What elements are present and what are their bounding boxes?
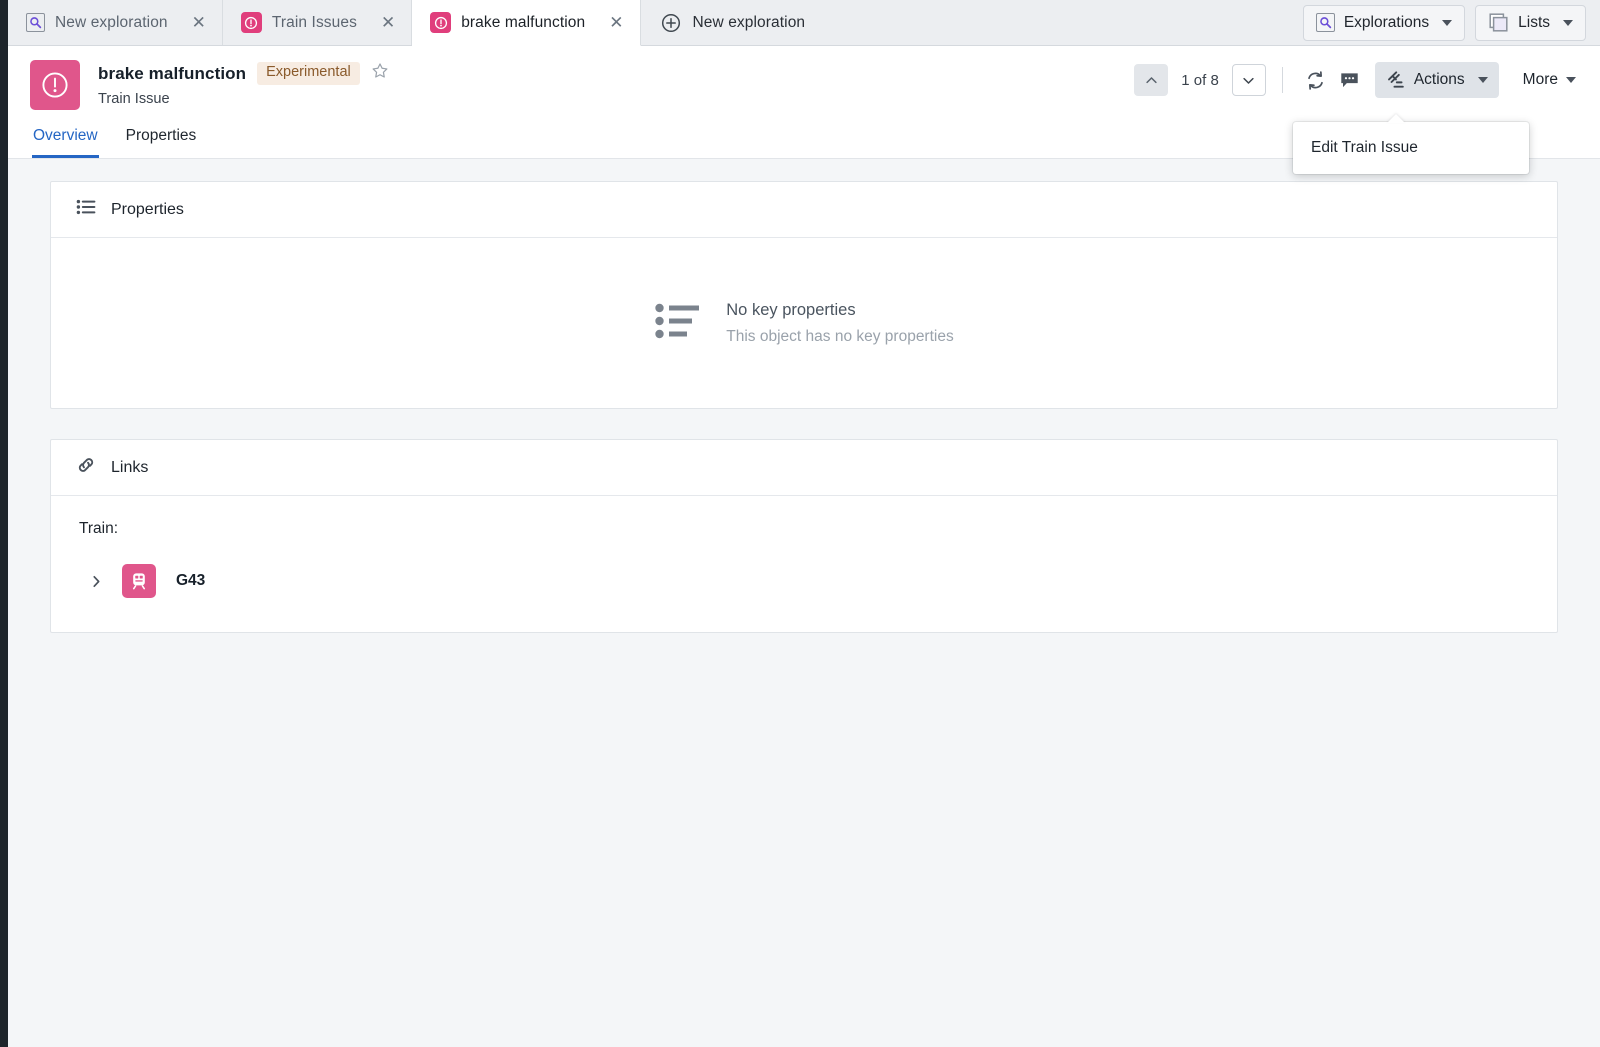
- tab-label: brake malfunction: [461, 13, 586, 31]
- explorations-label: Explorations: [1343, 13, 1430, 31]
- tab-close-icon[interactable]: ✕: [192, 14, 206, 31]
- issue-pink-icon: [430, 12, 452, 33]
- train-icon: [132, 573, 146, 590]
- object-titles: brake malfunction Experimental Train Iss…: [98, 60, 389, 107]
- search-square-icon: [26, 13, 45, 32]
- tab-train-issues[interactable]: Train Issues ✕: [223, 0, 413, 45]
- links-card-body: Train: G43: [51, 496, 1557, 632]
- list-item[interactable]: G43: [79, 564, 1529, 598]
- tab-overview[interactable]: Overview: [32, 123, 99, 158]
- page-title: brake malfunction: [98, 63, 247, 83]
- chevron-down-icon: [1477, 77, 1488, 83]
- link-group-label: Train:: [79, 520, 119, 537]
- favorite-star-icon[interactable]: [371, 62, 389, 85]
- gavel-icon: [1387, 71, 1404, 88]
- tab-label: Train Issues: [271, 13, 357, 31]
- object-title-row: brake malfunction Experimental: [98, 62, 389, 85]
- app-body: New exploration ✕ Train Issues ✕ brake m…: [8, 0, 1600, 1047]
- app-root: New exploration ✕ Train Issues ✕ brake m…: [0, 0, 1600, 1047]
- more-button[interactable]: More: [1517, 71, 1582, 89]
- bullet-list-icon: [654, 297, 702, 350]
- object-counter: 1 of 8: [1181, 71, 1219, 89]
- refresh-icon: [1308, 70, 1324, 90]
- tab-bar: New exploration ✕ Train Issues ✕ brake m…: [8, 0, 1600, 46]
- empty-state-title: No key properties: [726, 300, 856, 319]
- lists-label: Lists: [1518, 13, 1550, 31]
- menu-item-edit-train-issue[interactable]: Edit Train Issue: [1293, 130, 1529, 166]
- main-content: Properties No key properties This object…: [8, 159, 1600, 1047]
- status-badge: Experimental: [257, 62, 360, 85]
- tab-brake-malfunction[interactable]: brake malfunction ✕: [412, 0, 641, 46]
- avatar: [122, 564, 156, 598]
- tab-new-exploration[interactable]: New exploration ✕: [8, 0, 223, 45]
- header-toolbar: 1 of 8 Actions More: [1134, 62, 1582, 98]
- lists-button[interactable]: Lists: [1475, 4, 1586, 41]
- actions-dropdown-menu: Edit Train Issue: [1293, 122, 1529, 174]
- refresh-button[interactable]: [1299, 64, 1333, 96]
- comment-icon: [1341, 72, 1359, 87]
- tab-properties[interactable]: Properties: [125, 123, 198, 158]
- plus-circle-icon: [661, 13, 681, 33]
- chevron-down-icon: [1566, 77, 1576, 83]
- next-object-button[interactable]: [1231, 64, 1266, 96]
- explorations-button[interactable]: Explorations: [1302, 4, 1466, 41]
- list-icon: [75, 196, 97, 223]
- actions-label: Actions: [1413, 71, 1465, 88]
- issue-pink-icon: [240, 12, 262, 33]
- properties-card-header: Properties: [51, 182, 1557, 238]
- links-card: Links Train: G43: [50, 439, 1558, 633]
- link-icon: [75, 454, 97, 481]
- search-square-icon: [1315, 13, 1335, 32]
- links-card-header: Links: [51, 440, 1557, 496]
- more-label: More: [1522, 71, 1558, 88]
- chevron-down-icon: [1442, 19, 1453, 26]
- tab-add-new-exploration[interactable]: New exploration: [641, 0, 822, 45]
- actions-button[interactable]: Actions: [1374, 62, 1499, 98]
- toolbar-divider: [1281, 67, 1283, 93]
- comments-button[interactable]: [1333, 64, 1367, 96]
- properties-empty-text: No key properties This object has no key…: [726, 301, 953, 346]
- tab-label: New exploration: [692, 13, 806, 31]
- exclamation-circle-icon: [42, 72, 68, 98]
- list-item-label: G43: [176, 572, 206, 589]
- previous-object-button[interactable]: [1134, 64, 1169, 96]
- empty-state-subtitle: This object has no key properties: [726, 327, 954, 345]
- object-subtitle: Train Issue: [98, 91, 170, 107]
- properties-card-body: No key properties This object has no key…: [51, 238, 1557, 408]
- properties-card: Properties No key properties This object…: [50, 181, 1558, 409]
- properties-card-title: Properties: [111, 200, 184, 218]
- tab-label: New exploration: [55, 13, 168, 31]
- stack-icon: [1488, 12, 1509, 33]
- tab-bar-right-controls: Explorations Lists: [1302, 0, 1600, 45]
- tab-close-icon[interactable]: ✕: [381, 14, 395, 31]
- tab-close-icon[interactable]: ✕: [609, 14, 623, 31]
- chevron-down-icon: [1563, 19, 1573, 26]
- left-rail: [0, 0, 8, 1047]
- object-avatar: [30, 60, 80, 110]
- properties-empty-state: No key properties This object has no key…: [51, 238, 1557, 408]
- chevron-right-icon[interactable]: [79, 574, 113, 589]
- links-card-title: Links: [111, 458, 149, 476]
